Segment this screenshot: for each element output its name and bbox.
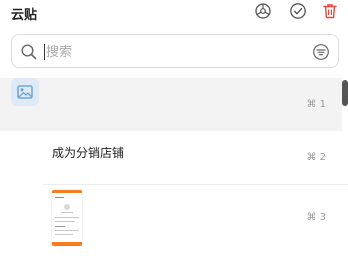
app-title: 云贴 bbox=[11, 8, 38, 23]
filter-icon bbox=[313, 44, 329, 60]
text-caret bbox=[44, 44, 45, 60]
delete-button[interactable] bbox=[320, 3, 340, 23]
item-shortcut: ⌘ 2 bbox=[306, 152, 326, 163]
item-shortcut: ⌘ 1 bbox=[306, 99, 326, 110]
settings-button[interactable] bbox=[253, 3, 273, 23]
scrollbar[interactable] bbox=[342, 80, 348, 106]
image-icon bbox=[11, 78, 39, 106]
trash-icon bbox=[321, 2, 339, 24]
divider bbox=[43, 184, 348, 185]
search-icon bbox=[20, 43, 38, 61]
select-button[interactable] bbox=[288, 3, 308, 23]
search-bar bbox=[11, 34, 339, 68]
settings-icon bbox=[254, 2, 272, 24]
check-circle-icon bbox=[289, 2, 307, 24]
item-shortcut: ⌘ 3 bbox=[306, 212, 326, 223]
item-label: 成为分销店铺 bbox=[52, 146, 125, 160]
search-input[interactable] bbox=[46, 40, 306, 64]
list-item[interactable]: ⌘ 1 bbox=[0, 78, 342, 131]
filter-button[interactable] bbox=[311, 42, 331, 62]
list-item[interactable]: 成为分销店铺 ⌘ 2 bbox=[0, 131, 342, 184]
clip-list: ⌘ 1 成为分销店铺 ⌘ 2 ⌘ 3 bbox=[0, 78, 348, 258]
header: 云贴 bbox=[0, 0, 348, 28]
image-thumbnail bbox=[52, 190, 82, 246]
